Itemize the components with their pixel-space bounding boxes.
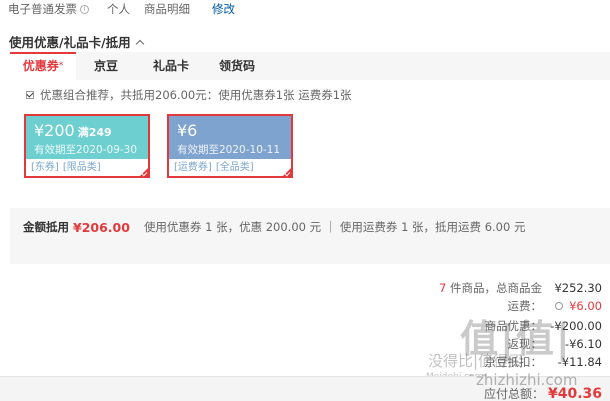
invoice-row: 电子普通发票 i 个人 商品明细 修改: [8, 0, 235, 18]
combo-recommend[interactable]: 优惠组合推荐，共抵用206.00元：使用优惠券1张 运费券1张: [26, 87, 352, 103]
tab-pickup-code-label: 领货码: [218, 59, 255, 73]
items-value: ¥252.30: [554, 281, 602, 295]
tab-jingdou-label: 京豆: [93, 59, 118, 73]
coupon-head: ¥6 有效期至2020-10-11: [169, 116, 291, 159]
section-title: 使用优惠/礼品卡/抵用: [9, 35, 131, 50]
invoice-type: 电子普通发票: [8, 2, 77, 16]
coupon-head: ¥200 满249 有效期至2020-09-30: [26, 116, 148, 159]
info-icon[interactable]: i: [80, 4, 89, 14]
tab-jingdou[interactable]: 京豆: [76, 52, 136, 80]
payable-label: 应付总额：: [483, 387, 544, 401]
coupon-amount: ¥200: [34, 121, 75, 140]
discount-section-toggle[interactable]: 使用优惠/礼品卡/抵用: [9, 32, 144, 51]
coupon-tag: [全品类]: [215, 161, 254, 173]
coupon-amount: ¥6: [177, 121, 198, 140]
invoice-content: 商品明细: [144, 2, 190, 16]
combo-text: 优惠组合推荐，共抵用206.00元：使用优惠券1张 运费券1张: [40, 88, 352, 102]
summary-amount: ¥206.00: [73, 219, 130, 235]
coupon-tags: [东券] [限品类]: [26, 159, 148, 176]
tab-gift-card-label: 礼品卡: [152, 59, 189, 73]
coupon-condition: 满249: [77, 126, 112, 139]
total-items-row: 7 件商品，总商品金 ¥252.30: [439, 280, 602, 296]
summary-label: 金额抵用: [23, 220, 69, 234]
coupon-tag: [东券]: [31, 161, 59, 173]
tab-star: *: [58, 61, 64, 71]
coupon-card[interactable]: ¥6 有效期至2020-10-11 [运费券] [全品类]: [167, 114, 293, 178]
coupon-tag: [限品类]: [62, 161, 101, 173]
watermark-cn: 没得比|值得买: [428, 352, 524, 370]
coupon-card[interactable]: ¥200 满249 有效期至2020-09-30 [东券] [限品类]: [24, 114, 150, 178]
coupon-validity: 有效期至2020-09-30: [34, 144, 138, 156]
discount-summary: 金额抵用 ¥206.00 使用优惠券 1 张，优惠 200.00 元 ｜ 使用运…: [23, 219, 525, 235]
invoice-edit-link[interactable]: 修改: [212, 1, 235, 17]
items-label: 件商品，总商品金: [446, 281, 542, 295]
summary-detail: 使用优惠券 1 张，优惠 200.00 元 ｜ 使用运费券 1 张，抵用运费 6…: [143, 220, 526, 234]
tab-pickup-code[interactable]: 领货码: [206, 52, 268, 80]
invoice-title: 个人: [107, 2, 130, 16]
tab-coupons-label: 优惠券: [22, 59, 59, 73]
tab-coupons[interactable]: 优惠券*: [10, 52, 76, 80]
combo-checkbox[interactable]: [26, 91, 34, 99]
payable-total: 应付总额： ¥40.36: [484, 385, 602, 401]
coupon-validity: 有效期至2020-10-11: [177, 144, 281, 156]
payable-value: ¥40.36: [547, 385, 602, 401]
coupon-tag: [运费券]: [174, 161, 212, 173]
chevron-up-icon: [135, 39, 144, 48]
discount-tabs: 优惠券* 京豆 礼品卡 领货码: [10, 52, 610, 80]
coupon-tags: [运费券] [全品类]: [169, 159, 291, 176]
tab-gift-card[interactable]: 礼品卡: [136, 52, 206, 80]
